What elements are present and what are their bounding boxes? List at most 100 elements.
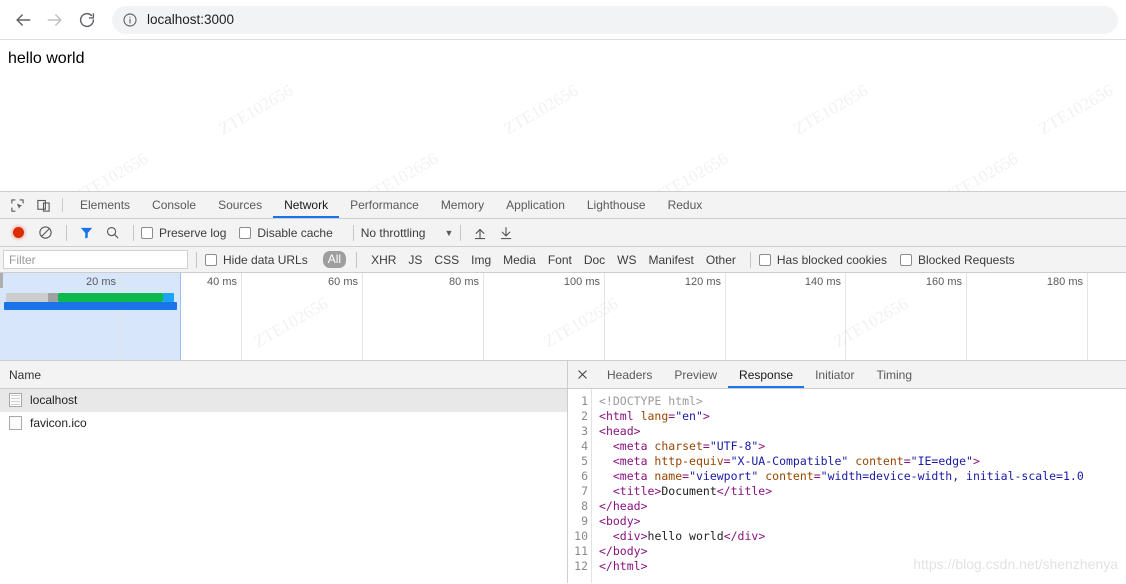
record-stop-button[interactable] <box>7 222 29 244</box>
line-number: 5 <box>581 454 588 468</box>
detail-tab-initiator[interactable]: Initiator <box>804 361 865 388</box>
disable-cache-checkbox[interactable]: Disable cache <box>239 226 333 240</box>
tab-network[interactable]: Network <box>273 192 340 218</box>
code-token: < <box>612 529 620 543</box>
detail-tab-response[interactable]: Response <box>728 361 805 388</box>
tab-redux[interactable]: Redux <box>657 192 714 218</box>
code-token: div <box>737 529 759 543</box>
tab-sources[interactable]: Sources <box>207 192 273 218</box>
code-token: </ <box>599 499 613 513</box>
code-token: > <box>702 409 710 423</box>
close-detail-button[interactable] <box>568 361 596 388</box>
forward-button[interactable] <box>40 5 70 35</box>
address-bar[interactable]: localhost:3000 <box>112 5 1118 34</box>
type-filter-media[interactable]: Media <box>497 253 542 267</box>
preserve-log-checkbox[interactable]: Preserve log <box>141 226 226 240</box>
tab-console[interactable]: Console <box>141 192 207 218</box>
network-overview-timeline[interactable]: 20 ms 40 ms 60 ms 80 ms 100 ms 120 ms 14… <box>0 273 1126 361</box>
checkbox-box <box>239 226 252 239</box>
code-token: > <box>972 454 980 468</box>
document-file-icon <box>9 393 22 407</box>
chevron-down-icon: ▼ <box>444 227 454 238</box>
type-filter-js[interactable]: JS <box>402 253 428 267</box>
response-code-content: <!DOCTYPE html> <html lang="en"> <head> <m… <box>592 389 1126 583</box>
type-filter-css[interactable]: CSS <box>428 253 465 267</box>
checkbox-box <box>205 253 217 266</box>
type-filter-font[interactable]: Font <box>542 253 578 267</box>
timeline-bar-segment-download <box>163 293 174 302</box>
timeline-handle-left[interactable] <box>0 273 3 288</box>
line-number: 7 <box>581 484 588 498</box>
network-filter-bar: Filter Hide data URLs All XHR JS CSS Img… <box>0 247 1126 273</box>
code-token: div <box>619 529 641 543</box>
table-row[interactable]: localhost <box>0 389 567 412</box>
hide-data-urls-checkbox[interactable]: Hide data URLs <box>205 253 308 267</box>
detail-tab-headers[interactable]: Headers <box>596 361 663 388</box>
has-blocked-cookies-checkbox[interactable]: Has blocked cookies <box>758 252 887 267</box>
type-filter-ws[interactable]: WS <box>611 253 642 267</box>
network-toolbar: Preserve log Disable cache No throttling… <box>0 219 1126 247</box>
device-toolbar-icon <box>36 199 50 212</box>
type-filter-doc[interactable]: Doc <box>578 253 611 267</box>
type-filter-all[interactable]: All <box>322 251 347 268</box>
line-number: 3 <box>581 424 588 438</box>
tab-memory[interactable]: Memory <box>430 192 495 218</box>
filter-input[interactable]: Filter <box>3 250 188 269</box>
has-blocked-cookies-label: Has blocked cookies <box>776 252 887 267</box>
code-token: head <box>605 424 634 438</box>
divider <box>133 224 134 241</box>
type-filter-img[interactable]: Img <box>465 253 497 267</box>
arrow-left-icon <box>16 13 31 26</box>
response-source-view[interactable]: 1 2 3 4 5 6 7 8 9 10 11 12 <!DOCTYPE html> <html lan… <box>568 389 1126 583</box>
back-button[interactable] <box>8 5 38 35</box>
watermark-tile: ZTE102656 <box>250 293 332 352</box>
throttling-select[interactable]: No throttling ▼ <box>361 226 454 240</box>
blocked-requests-label: Blocked Requests <box>917 252 1015 267</box>
code-token: </ <box>723 529 738 543</box>
line-number: 9 <box>581 514 588 528</box>
reload-button[interactable] <box>72 5 102 35</box>
info-circle-icon[interactable] <box>122 12 138 28</box>
code-token: name <box>647 469 683 483</box>
line-number-gutter: 1 2 3 4 5 6 7 8 9 10 11 12 <box>568 389 592 583</box>
tab-elements[interactable]: Elements <box>69 192 141 218</box>
line-number: 11 <box>574 544 588 558</box>
inspect-element-button[interactable] <box>4 192 30 218</box>
divider <box>66 224 67 241</box>
code-token: < <box>612 484 620 498</box>
watermark-tile: ZTE102656 <box>830 293 912 352</box>
line-number: 10 <box>574 529 588 543</box>
import-har-button[interactable] <box>468 222 492 244</box>
timeline-bar-segment-waiting <box>58 293 163 302</box>
timeline-tick-label: 60 ms <box>328 276 358 288</box>
type-filter-manifest[interactable]: Manifest <box>643 253 700 267</box>
export-har-button[interactable] <box>494 222 518 244</box>
code-token: < <box>599 424 606 438</box>
tab-performance[interactable]: Performance <box>339 192 430 218</box>
type-filter-other[interactable]: Other <box>700 253 742 267</box>
import-har-icon <box>475 228 486 239</box>
tab-lighthouse[interactable]: Lighthouse <box>576 192 657 218</box>
code-token: < <box>612 439 620 453</box>
timeline-bar-favicon <box>4 302 177 310</box>
filter-toggle-button[interactable] <box>74 222 98 244</box>
code-token: > <box>640 499 648 513</box>
tab-application[interactable]: Application <box>495 192 576 218</box>
code-token: > <box>633 514 641 528</box>
blocked-requests-checkbox[interactable]: Blocked Requests <box>899 252 1015 267</box>
detail-tab-timing[interactable]: Timing <box>865 361 923 388</box>
device-toolbar-button[interactable] <box>30 192 56 218</box>
type-filter-xhr[interactable]: XHR <box>365 253 402 267</box>
table-row[interactable]: favicon.ico <box>0 412 567 435</box>
divider <box>196 251 197 268</box>
inspect-element-icon <box>10 198 24 212</box>
checkbox-box <box>758 253 771 266</box>
timeline-tick-label: 20 ms <box>86 276 116 288</box>
detail-tab-preview[interactable]: Preview <box>663 361 728 388</box>
code-token: meta <box>619 454 648 468</box>
search-button[interactable] <box>100 222 124 244</box>
code-token: > <box>633 424 641 438</box>
clear-requests-button[interactable] <box>33 222 57 244</box>
